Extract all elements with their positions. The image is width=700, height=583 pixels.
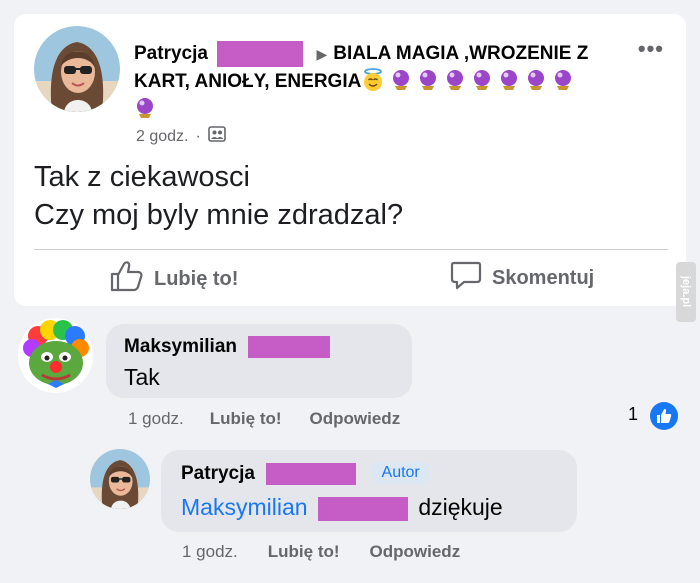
like-reaction-icon[interactable]	[650, 402, 678, 430]
post-text-line: Tak z ciekawosci	[34, 161, 250, 193]
reply-text: Maksymilian dziękuje	[181, 494, 503, 521]
crystal-ball-icon	[498, 69, 520, 91]
reply-timestamp[interactable]: 1 godz.	[182, 542, 238, 562]
meta-separator: ·	[195, 127, 201, 145]
comment-bubble: Maksymilian Tak	[106, 324, 412, 398]
more-options-button[interactable]: •••	[638, 36, 664, 62]
post-meta: 2 godz. ·	[136, 126, 226, 147]
post-header: Patrycja ▶ BIALA MAGIA ,WROZENIE Z KART, …	[134, 40, 624, 124]
crystal-ball-icon	[471, 69, 493, 91]
reply-author-first-name[interactable]: Patrycja	[181, 463, 255, 484]
post-card: Patrycja ▶ BIALA MAGIA ,WROZENIE Z KART, …	[14, 14, 686, 306]
author-badge: Autor	[371, 462, 430, 484]
reply-author-avatar[interactable]	[90, 449, 150, 509]
post-timestamp[interactable]: 2 godz.	[136, 128, 188, 146]
redacted-surname	[217, 40, 304, 67]
reply-author-name[interactable]: Patrycja Autor	[181, 462, 430, 485]
reply-like-button[interactable]: Lubię to!	[268, 542, 340, 562]
comment-actions: 1 godz. Lubię to! Odpowiedz	[128, 409, 400, 429]
reply-actions: 1 godz. Lubię to! Odpowiedz	[182, 542, 460, 562]
reaction-count[interactable]: 1	[628, 404, 638, 425]
crystal-ball-icon	[417, 69, 439, 91]
reply-bubble: Patrycja Autor Maksymilian dziękuje	[161, 450, 577, 532]
mention-link[interactable]: Maksymilian	[181, 494, 308, 520]
redacted-surname	[266, 462, 357, 485]
comment-author-name[interactable]: Maksymilian	[124, 336, 331, 358]
post-text-line: Czy moj byly mnie zdradzal?	[34, 199, 404, 231]
reply-message: dziękuje	[418, 494, 503, 520]
comment-label: Skomentuj	[492, 266, 595, 289]
angel-emoji-icon	[361, 68, 385, 92]
crystal-ball-icon	[390, 69, 412, 91]
redacted-surname	[248, 336, 331, 358]
comment-author-first-name[interactable]: Maksymilian	[124, 336, 237, 357]
comment-like-button[interactable]: Lubię to!	[210, 409, 282, 429]
crystal-ball-icon	[552, 69, 574, 91]
post-author-name[interactable]: Patrycja	[134, 43, 208, 64]
comment-text: Tak	[124, 364, 160, 390]
post-body: Tak z ciekawosci Czy moj byly mnie zdrad…	[34, 158, 403, 234]
site-watermark: jeja.pl	[676, 262, 696, 322]
like-button[interactable]: Lubię to!	[110, 260, 238, 298]
comment-icon	[450, 260, 482, 296]
crystal-ball-icon	[444, 69, 466, 91]
reply-reply-button[interactable]: Odpowiedz	[370, 542, 461, 562]
thumbs-up-icon	[110, 260, 144, 298]
post-author-avatar[interactable]	[34, 26, 120, 112]
arrow-right-icon: ▶	[316, 46, 328, 62]
comment-author-avatar[interactable]	[18, 318, 93, 393]
comment-button[interactable]: Skomentuj	[450, 260, 594, 296]
like-label: Lubię to!	[154, 267, 239, 290]
comment-timestamp[interactable]: 1 godz.	[128, 409, 184, 429]
redacted-surname	[317, 496, 408, 521]
members-icon	[208, 126, 226, 147]
comment-reply-button[interactable]: Odpowiedz	[310, 409, 401, 429]
crystal-ball-icon	[525, 69, 547, 91]
crystal-ball-icon	[134, 97, 156, 119]
divider	[34, 249, 668, 250]
